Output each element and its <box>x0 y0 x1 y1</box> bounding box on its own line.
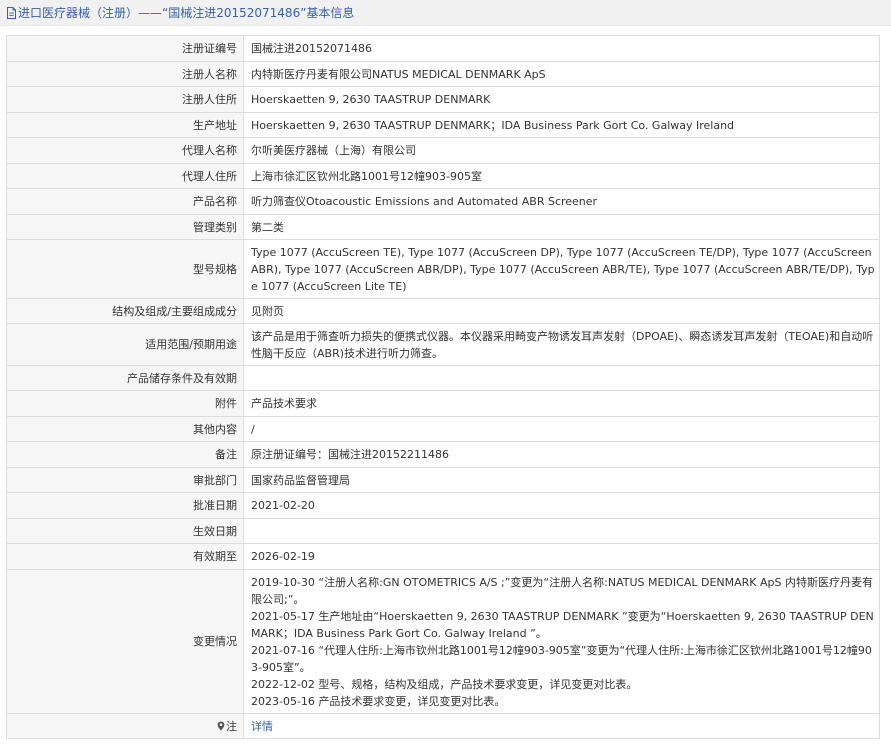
change-entry: 2023-05-16 产品技术要求变更，详见变更对比表。 <box>251 694 506 708</box>
row-value: Hoerskaetten 9, 2630 TAASTRUP DENMARK <box>243 86 880 113</box>
row-label: 注册人住所 <box>6 86 244 113</box>
note-row: 注 详情 <box>6 713 880 739</box>
row-label: 型号规格 <box>6 239 244 299</box>
row-label: 变更情况 <box>6 569 244 714</box>
row-value: 尔听美医疗器械（上海）有限公司 <box>243 137 880 164</box>
info-table: 注册证编号 国械注进20152071486 注册人名称 内特斯医疗丹麦有限公司N… <box>6 35 880 739</box>
table-row: 注册证编号 国械注进20152071486 <box>6 35 880 62</box>
document-icon <box>6 6 17 19</box>
row-value: 第二类 <box>243 214 880 240</box>
note-value: 详情 <box>243 713 880 739</box>
row-value: 2026-02-19 <box>243 543 880 570</box>
change-entry: 2021-07-16 “代理人住所:上海市钦州北路1001号12幢903-905… <box>251 643 872 674</box>
row-value: 国家药品监督管理局 <box>243 467 880 493</box>
row-value: 内特斯医疗丹麦有限公司NATUS MEDICAL DENMARK ApS <box>243 61 880 87</box>
table-row: 附件 产品技术要求 <box>6 390 880 417</box>
row-label: 生效日期 <box>6 518 244 544</box>
change-history: 2019-10-30 “注册人名称:GN OTOMETRICS A/S ;”变更… <box>243 569 880 714</box>
table-row: 代理人住所 上海市徐汇区钦州北路1001号12幢903-905室 <box>6 163 880 189</box>
row-label: 适用范围/预期用途 <box>6 323 244 366</box>
row-value <box>243 518 880 544</box>
row-value: 原注册证编号：国械注进20152211486 <box>243 441 880 468</box>
map-pin-icon <box>217 719 225 730</box>
row-label: 附件 <box>6 390 244 417</box>
change-entry: 2019-10-30 “注册人名称:GN OTOMETRICS A/S ;”变更… <box>251 575 873 606</box>
table-row: 结构及组成/主要组成成分 见附页 <box>6 298 880 324</box>
row-value: / <box>243 416 880 442</box>
table-row: 批准日期 2021-02-20 <box>6 492 880 519</box>
row-label: 代理人住所 <box>6 163 244 189</box>
row-value: 听力筛查仪Otoacoustic Emissions and Automated… <box>243 188 880 215</box>
note-label: 注 <box>226 719 237 733</box>
page-title: 进口医疗器械（注册）——“国械注进20152071486”基本信息 <box>18 6 355 20</box>
table-row: 注册人名称 内特斯医疗丹麦有限公司NATUS MEDICAL DENMARK A… <box>6 61 880 87</box>
table-row: 注册人住所 Hoerskaetten 9, 2630 TAASTRUP DENM… <box>6 86 880 113</box>
row-value: 该产品是用于筛查听力损失的便携式仪器。本仪器采用畸变产物诱发耳声发射（DPOAE… <box>243 323 880 366</box>
title-bar: 进口医疗器械（注册）——“国械注进20152071486”基本信息 <box>0 0 891 26</box>
table-row: 适用范围/预期用途 该产品是用于筛查听力损失的便携式仪器。本仪器采用畸变产物诱发… <box>6 323 880 366</box>
table-row: 其他内容 / <box>6 416 880 442</box>
table-row: 产品名称 听力筛查仪Otoacoustic Emissions and Auto… <box>6 188 880 215</box>
row-label: 管理类别 <box>6 214 244 240</box>
table-row: 生效日期 <box>6 518 880 544</box>
table-row: 生产地址 Hoerskaetten 9, 2630 TAASTRUP DENMA… <box>6 112 880 138</box>
row-value <box>243 365 880 391</box>
row-label: 注册证编号 <box>6 35 244 62</box>
row-label: 生产地址 <box>6 112 244 138</box>
table-row: 备注 原注册证编号：国械注进20152211486 <box>6 441 880 468</box>
row-label: 备注 <box>6 441 244 468</box>
row-label: 结构及组成/主要组成成分 <box>6 298 244 324</box>
change-entry: 2022-12-02 型号、规格，结构及组成，产品技术要求变更，详见变更对比表。 <box>251 677 638 691</box>
row-value: 国械注进20152071486 <box>243 35 880 62</box>
row-value: 上海市徐汇区钦州北路1001号12幢903-905室 <box>243 163 880 189</box>
row-label: 批准日期 <box>6 492 244 519</box>
row-label: 其他内容 <box>6 416 244 442</box>
row-value: 2021-02-20 <box>243 492 880 519</box>
row-label: 审批部门 <box>6 467 244 493</box>
table-row: 型号规格 Type 1077 (AccuScreen TE), Type 107… <box>6 239 880 299</box>
row-label: 代理人名称 <box>6 137 244 164</box>
note-label-cell: 注 <box>6 713 244 739</box>
row-value: Hoerskaetten 9, 2630 TAASTRUP DENMARK；ID… <box>243 112 880 138</box>
row-value: Type 1077 (AccuScreen TE), Type 1077 (Ac… <box>243 239 880 299</box>
row-label: 产品名称 <box>6 188 244 215</box>
row-label: 注册人名称 <box>6 61 244 87</box>
table-row: 代理人名称 尔听美医疗器械（上海）有限公司 <box>6 137 880 164</box>
table-row: 有效期至 2026-02-19 <box>6 543 880 570</box>
change-history-row: 变更情况 2019-10-30 “注册人名称:GN OTOMETRICS A/S… <box>6 569 880 714</box>
row-value: 产品技术要求 <box>243 390 880 417</box>
table-row: 产品储存条件及有效期 <box>6 365 880 391</box>
change-entry: 2021-05-17 生产地址由“Hoerskaetten 9, 2630 TA… <box>251 609 874 640</box>
details-link[interactable]: 详情 <box>251 720 273 733</box>
row-label: 有效期至 <box>6 543 244 570</box>
table-row: 审批部门 国家药品监督管理局 <box>6 467 880 493</box>
row-label: 产品储存条件及有效期 <box>6 365 244 391</box>
row-value: 见附页 <box>243 298 880 324</box>
table-row: 管理类别 第二类 <box>6 214 880 240</box>
